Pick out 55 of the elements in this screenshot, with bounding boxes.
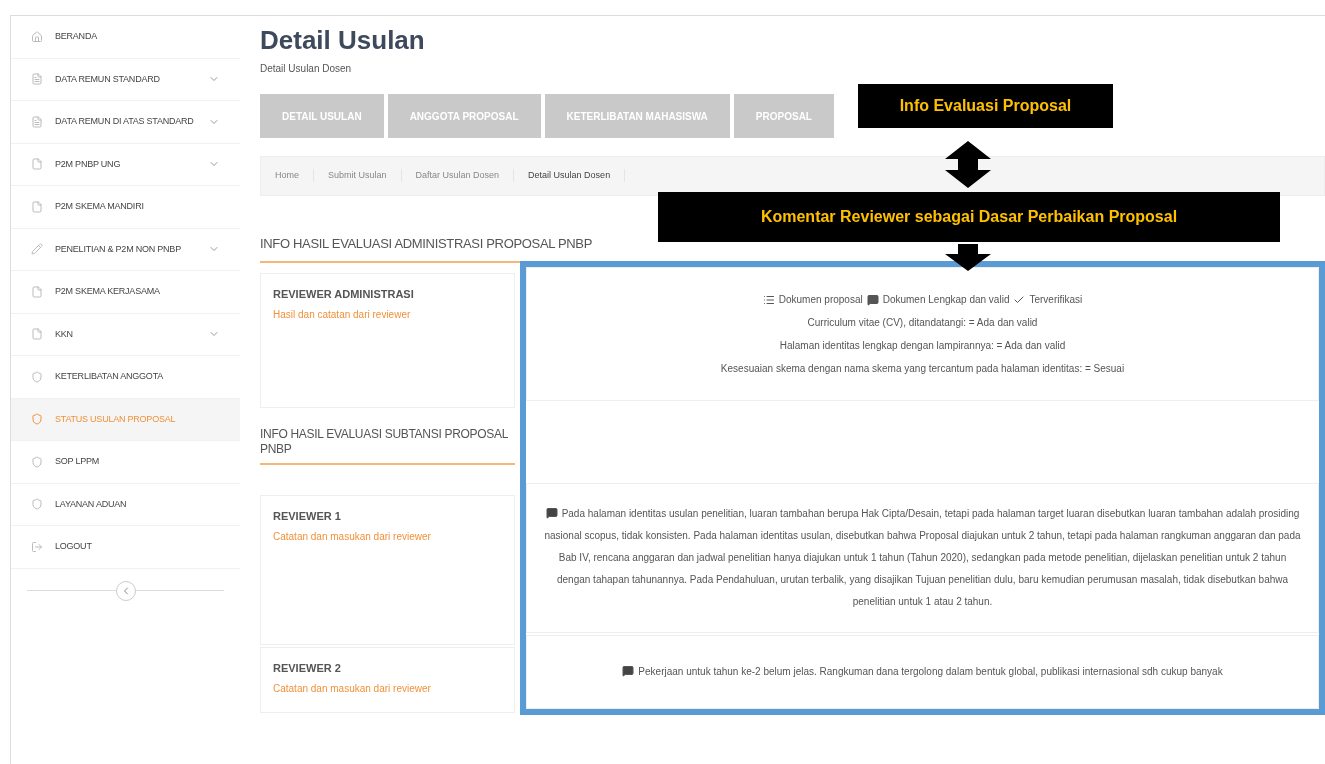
double-arrow-icon — [945, 141, 991, 188]
reviewer-name: REVIEWER 2 — [273, 661, 342, 676]
reviewer-name: REVIEWER 1 — [273, 509, 342, 524]
comment-text: Dokumen proposal — [778, 293, 863, 307]
breadcrumb-link[interactable]: Detail Usulan Dosen — [514, 168, 626, 183]
comment-text: Dokumen Lengkap dan valid — [882, 293, 1010, 307]
breadcrumb-link[interactable]: Home — [261, 168, 314, 183]
sidebar-item[interactable]: PENELITIAN & P2M NON PNBP — [11, 228, 240, 271]
sidebar-item[interactable]: SOP LPPM — [11, 441, 240, 484]
list-icon — [762, 293, 775, 306]
logout-icon — [31, 540, 43, 553]
sidebar-item[interactable]: DATA REMUN STANDARD — [11, 58, 240, 101]
comment-text: Kesesuaian skema dengan nama skema yang tercantum pada halaman identitas: = Sesuai — [719, 362, 1126, 376]
sidebar-item[interactable]: P2M PNBP UNG — [11, 143, 240, 186]
sidebar-item[interactable]: BERANDA — [11, 16, 240, 59]
reviewer-name: REVIEWER ADMINISTRASI — [273, 287, 415, 302]
sidebar-item[interactable]: P2M SKEMA MANDIRI — [11, 186, 240, 229]
sidebar-item[interactable]: LAYANAN ADUAN — [11, 483, 240, 526]
breadcrumb-link[interactable]: Daftar Usulan Dosen — [401, 168, 515, 183]
document-icon — [31, 73, 43, 86]
sidebar-item[interactable]: KKN — [11, 313, 240, 356]
comment-icon — [866, 293, 879, 306]
sidebar-item[interactable]: LOGOUT — [11, 526, 240, 569]
document-icon — [31, 115, 43, 128]
comment-text: Halaman identitas lengkap dengan lampirannya: = Ada dan valid — [778, 339, 1067, 353]
comment-text: Curriculum vitae (CV), ditandatangi: = Ada dan valid — [806, 316, 1039, 330]
home-icon — [31, 30, 43, 43]
arrow-down-icon — [945, 244, 991, 271]
page-title: Detail Usulan — [260, 24, 426, 57]
shield-icon — [31, 413, 43, 426]
callout-label: Info Evaluasi Proposal — [857, 84, 1113, 128]
breadcrumb-link[interactable]: Submit Usulan — [314, 168, 402, 183]
section-heading: INFO HASIL EVALUASI SUBTANSI PROPOSAL PNBP — [260, 427, 509, 457]
section-heading: INFO HASIL EVALUASI ADMINISTRASI PROPOSAL PNBP — [260, 234, 594, 253]
file-icon — [31, 158, 43, 171]
file-icon — [31, 285, 43, 298]
comment-icon — [622, 665, 635, 677]
sidebar-item[interactable]: KETERLIBATAN ANGGOTA — [11, 356, 240, 399]
file-icon — [31, 328, 43, 341]
comment-text: Pekerjaan untuk tahun ke-2 belum jelas. Rangkuman dana tergolong dalam bentuk global, publikasi internasional sdh cukup banyak — [543, 661, 1302, 683]
sidebar-item[interactable]: P2M SKEMA KERJASAMA — [11, 271, 240, 314]
sidebar-item[interactable]: DATA REMUN DI ATAS STANDARD — [11, 101, 240, 144]
comment-text: Pada halaman identitas usulan penelitian, luaran tambahan berupa Hak Cipta/Desain, tetapi pada halaman target luaran disebutkan luaran tambahan adalah prosiding nasional scopus, tidak konsisten. Pada halaman identitas usulan, disebutkan bahwa Proposal diajukan untuk 2 tahun, tetapi pada halaman rangkuman anggaran dan pada Bab IV, rencana anggaran dan jadwal penelitian hanya diajukan untuk 1 tahun (Tahun 2020), sedangkan pada metode penelitian, dijelaskan penelitian untuk 2 tahun dengan tahapan tahunannya. Pada Pendahuluan, urutan terbalik, yang disajikan Tujuan penelitian dulu, baru kemudian perumusan masalah, tidak disebutkan bahwa penelitian untuk 1 atau 2 tahun. — [543, 506, 1302, 609]
file-icon — [31, 200, 43, 213]
reviewer-note: Catatan dan masukan dari reviewer — [273, 529, 432, 544]
reviewer-note: Catatan dan masukan dari reviewer — [273, 681, 432, 696]
shield-icon — [31, 370, 43, 383]
page-subtitle: Detail Usulan Dosen — [260, 61, 353, 76]
comment-icon — [545, 507, 558, 519]
comment-text: Terverifikasi — [1029, 293, 1083, 307]
shield-icon — [31, 455, 43, 468]
shield-icon — [31, 498, 43, 511]
reviewer-note: Hasil dan catatan dari reviewer — [273, 307, 412, 322]
pencil-icon — [31, 243, 43, 256]
callout-label: Komentar Reviewer sebagai Dasar Perbaikan Proposal — [658, 192, 1280, 242]
